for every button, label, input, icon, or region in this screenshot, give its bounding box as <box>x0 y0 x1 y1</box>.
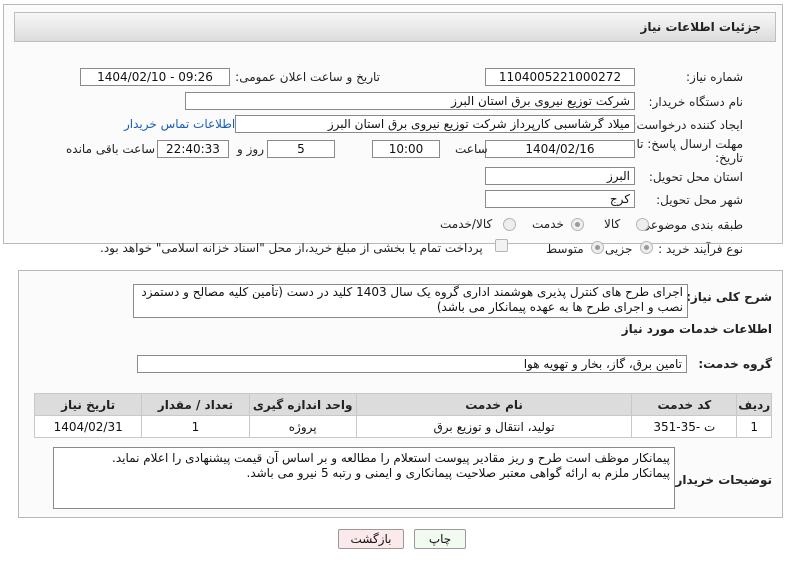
services-table-header: ردیف کد خدمت نام خدمت واحد اندازه گیری ت… <box>33 393 772 416</box>
process-radio-minor[interactable] <box>640 241 653 254</box>
announce-date-field: 1404/02/10 - 09:26 <box>80 68 230 86</box>
treasury-payment-checkbox[interactable] <box>495 239 508 252</box>
buyer-org-label: نام دستگاه خریدار: <box>648 95 744 109</box>
remaining-time-label: ساعت باقی مانده <box>66 142 156 156</box>
deadline-date-label: تاریخ: <box>715 151 743 165</box>
col-row: ردیف <box>736 393 772 416</box>
treasury-payment-note: پرداخت تمام یا بخشی از مبلغ خرید،از محل … <box>100 241 483 255</box>
category-radio-goods[interactable] <box>636 218 649 231</box>
buyer-org-field: شرکت توزیع نیروی برق استان البرز <box>185 92 635 110</box>
table-row: 1 ت -35-351 تولید، انتقال و توزیع برق پر… <box>33 415 772 438</box>
category-label: طبقه بندی موضوعی: <box>636 218 743 232</box>
deadline-date-field: 1404/02/16 <box>485 140 635 158</box>
buyer-notes-line-2: پیمانکار ملزم به ارائه گواهی معتبر صلاحی… <box>246 466 670 480</box>
deadline-time-label: ساعت <box>455 142 488 156</box>
services-section-title: اطلاعات خدمات مورد نیاز <box>621 322 772 336</box>
category-option-goods-service: کالا/خدمت <box>440 217 493 231</box>
announce-date-label: تاریخ و ساعت اعلان عمومی: <box>235 70 380 84</box>
days-remaining-field: 5 <box>267 140 335 158</box>
col-unit: واحد اندازه گیری <box>248 393 357 416</box>
description-textarea[interactable]: اجرای طرح های کنترل پذیری هوشمند اداری گ… <box>133 284 688 318</box>
process-option-medium: متوسط <box>546 242 584 256</box>
service-group-label: گروه خدمت: <box>698 357 772 371</box>
deadline-label: مهلت ارسال پاسخ: تا <box>636 137 743 151</box>
creator-field: میلاد گرشاسبی کارپرداز شرکت توزیع نیروی … <box>235 115 635 133</box>
buyer-notes-line-1: پیمانکار موظف است طرح و ریز مقادیر پیوست… <box>112 451 670 465</box>
cell-unit: پروژه <box>248 415 357 438</box>
col-need-date: تاریخ نیاز <box>33 393 143 416</box>
process-radio-medium[interactable] <box>591 241 604 254</box>
cell-service-code: ت -35-351 <box>631 415 738 438</box>
remaining-time-field: 22:40:33 <box>157 140 229 158</box>
cell-quantity: 1 <box>141 415 250 438</box>
category-option-service: خدمت <box>532 217 564 231</box>
deadline-time-field: 10:00 <box>372 140 440 158</box>
cell-service-name: تولید، انتقال و توزیع برق <box>355 415 633 438</box>
print-button[interactable]: چاپ <box>414 529 466 549</box>
buyer-contact-link[interactable]: اطلاعات تماس خریدار <box>124 117 235 131</box>
city-label: شهر محل تحویل: <box>656 193 743 207</box>
category-radio-service[interactable] <box>571 218 584 231</box>
process-option-minor: جزیی <box>605 242 633 256</box>
province-field: البرز <box>485 167 635 185</box>
city-field: کرج <box>485 190 635 208</box>
need-number-field: 1104005221000272 <box>485 68 635 86</box>
cell-need-date: 1404/02/31 <box>33 415 143 438</box>
service-group-field: تامین برق، گاز، بخار و تهویه هوا <box>137 355 687 373</box>
need-number-label: شماره نیاز: <box>686 70 743 84</box>
creator-label: ایجاد کننده درخواست: <box>632 118 743 132</box>
page-title: جزئیات اطلاعات نیاز <box>640 20 761 34</box>
process-label: نوع فرآیند خرید : <box>658 242 743 256</box>
description-label: شرح کلی نیاز: <box>686 290 772 304</box>
buyer-notes-textarea[interactable]: پیمانکار موظف است طرح و ریز مقادیر پیوست… <box>53 447 675 509</box>
cell-row: 1 <box>736 415 772 438</box>
col-service-name: نام خدمت <box>355 393 633 416</box>
buyer-notes-label: توضیحات خریدار: <box>670 473 772 487</box>
services-table: ردیف کد خدمت نام خدمت واحد اندازه گیری ت… <box>33 393 772 438</box>
page-header: جزئیات اطلاعات نیاز <box>14 12 776 42</box>
col-quantity: تعداد / مقدار <box>141 393 250 416</box>
province-label: استان محل تحویل: <box>648 170 743 184</box>
col-service-code: کد خدمت <box>631 393 738 416</box>
days-label: روز و <box>237 142 264 156</box>
category-radio-goods-service[interactable] <box>503 218 516 231</box>
back-button[interactable]: بازگشت <box>338 529 404 549</box>
category-option-goods: کالا <box>604 217 621 231</box>
